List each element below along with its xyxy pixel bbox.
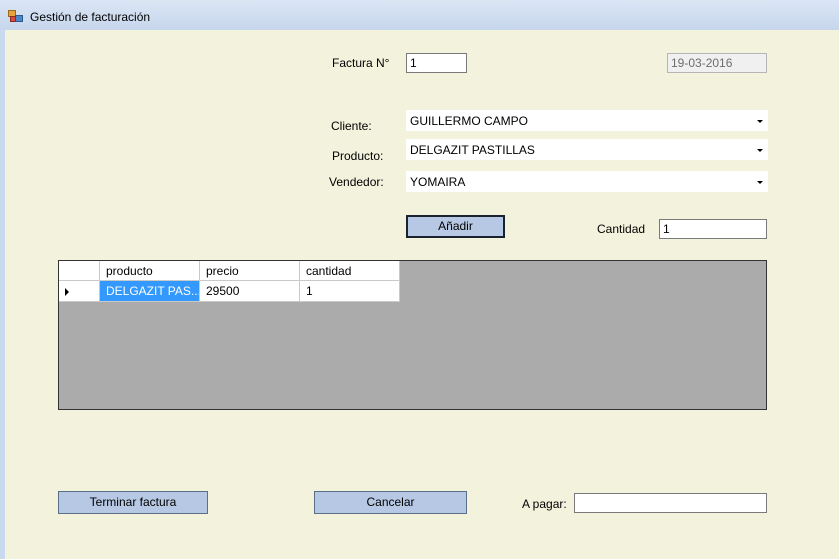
quantity-field[interactable]: 1 — [659, 219, 767, 239]
table-cell-producto[interactable]: DELGAZIT PAS... — [100, 281, 200, 302]
add-button[interactable]: Añadir — [406, 215, 505, 238]
invoice-items-grid[interactable]: producto precio cantidad DELGAZIT PAS...… — [58, 260, 767, 410]
total-field[interactable] — [574, 493, 767, 513]
window-title: Gestión de facturación — [30, 10, 151, 24]
finish-invoice-button[interactable]: Terminar factura — [58, 491, 208, 514]
producto-select[interactable]: DELGAZIT PASTILLAS — [406, 139, 768, 160]
invoice-number-label: Factura N° — [332, 56, 390, 70]
column-header-cantidad[interactable]: cantidad — [300, 261, 400, 281]
title-bar[interactable]: Gestión de facturación — [0, 0, 839, 30]
table-cell-cantidad[interactable]: 1 — [300, 281, 400, 302]
vendedor-select[interactable]: YOMAIRA — [406, 171, 768, 192]
form-client-area: Factura N° 1 19-03-2016 Cliente: GUILLER… — [5, 30, 839, 559]
row-header[interactable] — [59, 281, 100, 302]
column-header-precio[interactable]: precio — [200, 261, 300, 281]
vendedor-select-value: YOMAIRA — [410, 175, 466, 189]
total-label: A pagar: — [522, 497, 567, 511]
quantity-label: Cantidad — [597, 222, 646, 236]
cliente-select-value: GUILLERMO CAMPO — [410, 114, 529, 128]
cancel-button[interactable]: Cancelar — [314, 491, 467, 514]
invoice-date-field: 19-03-2016 — [667, 53, 767, 73]
app-form-icon — [8, 10, 23, 22]
chevron-down-icon[interactable] — [757, 149, 763, 152]
chevron-down-icon[interactable] — [757, 181, 763, 184]
producto-label: Producto: — [332, 149, 384, 163]
cliente-label: Cliente: — [331, 119, 372, 133]
grid-corner-header — [59, 261, 100, 281]
invoice-number-field[interactable]: 1 — [406, 53, 467, 73]
table-cell-precio[interactable]: 29500 — [200, 281, 300, 302]
vendedor-label: Vendedor: — [329, 175, 384, 189]
chevron-down-icon[interactable] — [757, 120, 763, 123]
producto-select-value: DELGAZIT PASTILLAS — [410, 143, 535, 157]
cliente-select[interactable]: GUILLERMO CAMPO — [406, 110, 768, 131]
column-header-producto[interactable]: producto — [100, 261, 200, 281]
current-row-icon — [65, 288, 69, 296]
